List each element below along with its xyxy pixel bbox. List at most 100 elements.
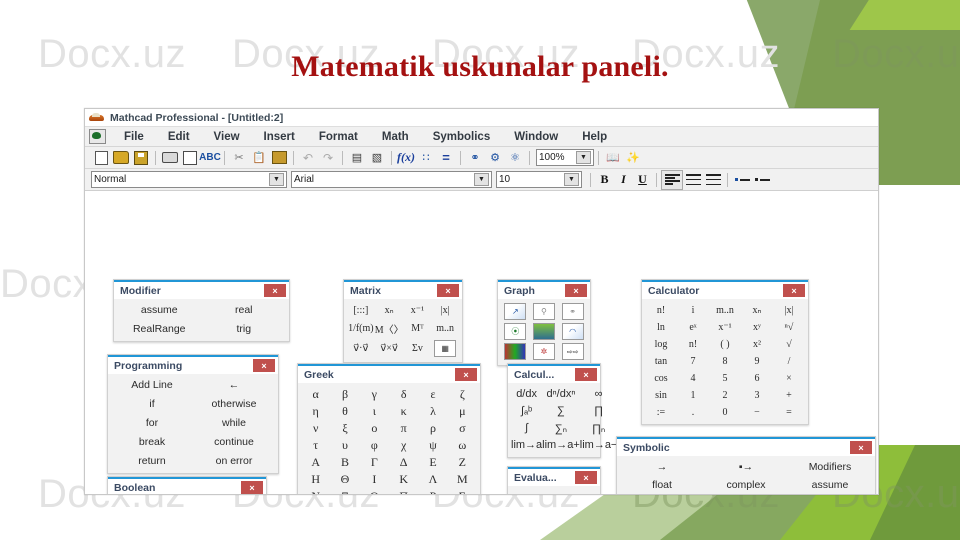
palette-button[interactable]: ▪→ bbox=[704, 460, 788, 474]
zoom-combo[interactable]: 100% ▼ bbox=[536, 149, 594, 166]
palette-button[interactable]: υ bbox=[330, 438, 359, 453]
palette-button[interactable]: while bbox=[193, 416, 275, 430]
palette-button[interactable]: ≡ bbox=[568, 490, 597, 494]
close-icon[interactable]: × bbox=[455, 368, 477, 381]
palette-button[interactable]: Θ bbox=[330, 472, 359, 487]
align-across-icon[interactable]: ▤ bbox=[347, 149, 367, 167]
chevron-down-icon[interactable]: ▼ bbox=[576, 151, 591, 164]
palette-button[interactable]: Σ bbox=[448, 489, 477, 494]
palette-button[interactable]: 4 bbox=[677, 371, 709, 385]
palette-button[interactable]: ✲ bbox=[530, 343, 559, 360]
palette-button[interactable]: ψ bbox=[418, 438, 447, 453]
new-icon[interactable] bbox=[91, 149, 111, 167]
palette-button[interactable]: Ι bbox=[360, 472, 389, 487]
palette-button[interactable]: real bbox=[202, 303, 287, 317]
palette-button[interactable]: x⁻¹ bbox=[709, 320, 741, 334]
palette-button[interactable]: n! bbox=[677, 337, 709, 351]
palette-button[interactable]: m..n bbox=[431, 321, 459, 336]
palette-button[interactable]: → bbox=[620, 460, 704, 474]
bullet-list-icon[interactable] bbox=[732, 171, 752, 189]
italic-button[interactable]: I bbox=[614, 172, 633, 188]
cut-icon[interactable]: ✂ bbox=[229, 149, 249, 167]
run-icon[interactable]: ⚛ bbox=[505, 149, 525, 167]
palette-button[interactable]: ο bbox=[360, 421, 389, 436]
palette-matrix[interactable]: Matrix × [:::] xₙ x⁻¹ |x| 1/f(m) M〈〉 Mᵀ … bbox=[343, 279, 463, 363]
palette-button[interactable]: ∫ bbox=[511, 421, 542, 435]
palette-button[interactable]: ε bbox=[418, 387, 447, 402]
palette-button[interactable]: λ bbox=[418, 404, 447, 419]
menu-item-edit[interactable]: Edit bbox=[156, 131, 202, 143]
align-center-icon[interactable] bbox=[683, 171, 703, 189]
palette-button[interactable]: Α bbox=[301, 455, 330, 470]
palette-button[interactable]: ∑ₙ bbox=[542, 421, 580, 435]
document-icon[interactable] bbox=[89, 129, 106, 144]
underline-button[interactable]: U bbox=[633, 172, 652, 188]
align-right-icon[interactable] bbox=[703, 171, 723, 189]
palette-button[interactable]: ξ bbox=[330, 421, 359, 436]
close-icon[interactable]: × bbox=[565, 284, 587, 297]
palette-button[interactable]: κ bbox=[389, 404, 418, 419]
palette-calculator[interactable]: Calculator × n! i m..n xₙ |x| ln eˣ x⁻¹ xʸ ⁿ√ log n… bbox=[641, 279, 809, 425]
palette-button[interactable]: σ bbox=[448, 421, 477, 436]
palette-button[interactable]: χ bbox=[389, 438, 418, 453]
palette-button[interactable]: cos bbox=[645, 371, 677, 385]
undo-icon[interactable]: ↶ bbox=[298, 149, 318, 167]
number-list-icon[interactable] bbox=[752, 171, 772, 189]
palette-button[interactable]: ← bbox=[193, 378, 275, 392]
align-left-icon[interactable] bbox=[661, 169, 683, 190]
paste-icon[interactable] bbox=[269, 149, 289, 167]
palette-button[interactable]: π bbox=[389, 421, 418, 436]
palette-button[interactable]: Ζ bbox=[448, 455, 477, 470]
palette-button[interactable]: φ bbox=[360, 438, 389, 453]
close-icon[interactable]: × bbox=[850, 441, 872, 454]
palette-button[interactable]: ι bbox=[360, 404, 389, 419]
document-canvas[interactable]: Modifier × assume real RealRange trig Ma… bbox=[85, 191, 878, 494]
insert-function-icon[interactable]: f(x) bbox=[396, 149, 416, 167]
palette-button[interactable]: Ξ bbox=[330, 489, 359, 494]
palette-button[interactable]: Π bbox=[389, 489, 418, 494]
copy-icon[interactable]: 📋 bbox=[249, 149, 269, 167]
insert-hyperlink-icon[interactable]: ⚭ bbox=[465, 149, 485, 167]
palette-button[interactable]: ρ bbox=[418, 421, 447, 436]
menu-item-view[interactable]: View bbox=[202, 131, 252, 143]
calculate-icon[interactable]: = bbox=[436, 149, 456, 167]
close-icon[interactable]: × bbox=[264, 284, 286, 297]
palette-button[interactable]: Η bbox=[301, 472, 330, 487]
palette-button[interactable]: Modifiers bbox=[788, 460, 872, 474]
palette-button[interactable]: complex bbox=[704, 478, 788, 492]
palette-button[interactable]: ◠ bbox=[558, 323, 587, 340]
palette-button[interactable]: if bbox=[111, 397, 193, 411]
insert-unit-icon[interactable]: ∷ bbox=[416, 149, 436, 167]
palette-button[interactable]: ⚭ bbox=[558, 303, 587, 320]
palette-button[interactable]: β bbox=[330, 387, 359, 402]
palette-button[interactable]: xʸ bbox=[741, 320, 773, 334]
resource-center-icon[interactable]: 📖 bbox=[603, 149, 623, 167]
chevron-down-icon[interactable]: ▼ bbox=[269, 173, 284, 186]
palette-button[interactable]: float bbox=[620, 478, 704, 492]
palette-button[interactable]: ∞ bbox=[580, 387, 618, 401]
palette-button[interactable]: θ bbox=[330, 404, 359, 419]
bold-button[interactable]: B bbox=[595, 172, 614, 188]
palette-button[interactable]: [:::] bbox=[347, 303, 375, 317]
palette-button[interactable]: m..n bbox=[709, 303, 741, 317]
palette-button[interactable]: × bbox=[773, 371, 805, 385]
palette-button[interactable]: 3 bbox=[741, 388, 773, 402]
palette-boolean[interactable]: Boolean × =<>≤≥≠¬∧∨⊕ bbox=[107, 476, 267, 494]
component-icon[interactable]: ⚙ bbox=[485, 149, 505, 167]
palette-calculus[interactable]: Calcul... × d/dx dⁿ/dxⁿ ∞ ∫ₐᵇ ∑ ∏ ∫ ∑ₙ ∏ₙ lim→a li… bbox=[507, 363, 617, 458]
palette-button[interactable]: δ bbox=[389, 387, 418, 402]
font-combo[interactable]: Arial ▼ bbox=[291, 171, 492, 188]
palette-button[interactable]: lim→a bbox=[511, 438, 542, 452]
palette-button[interactable]: ln bbox=[645, 320, 677, 334]
palette-button[interactable]: tan bbox=[645, 354, 677, 368]
palette-button[interactable]: Mᵀ bbox=[404, 321, 432, 336]
palette-button[interactable]: return bbox=[111, 454, 193, 468]
palette-button[interactable]: Add Line bbox=[111, 378, 193, 392]
palette-button[interactable]: otherwise bbox=[193, 397, 275, 411]
print-preview-icon[interactable] bbox=[180, 149, 200, 167]
palette-button[interactable]: dⁿ/dxⁿ bbox=[542, 387, 580, 401]
palette-button[interactable]: γ bbox=[360, 387, 389, 402]
menu-item-help[interactable]: Help bbox=[570, 131, 619, 143]
close-icon[interactable]: × bbox=[437, 284, 459, 297]
palette-button[interactable]: trig bbox=[202, 322, 287, 336]
